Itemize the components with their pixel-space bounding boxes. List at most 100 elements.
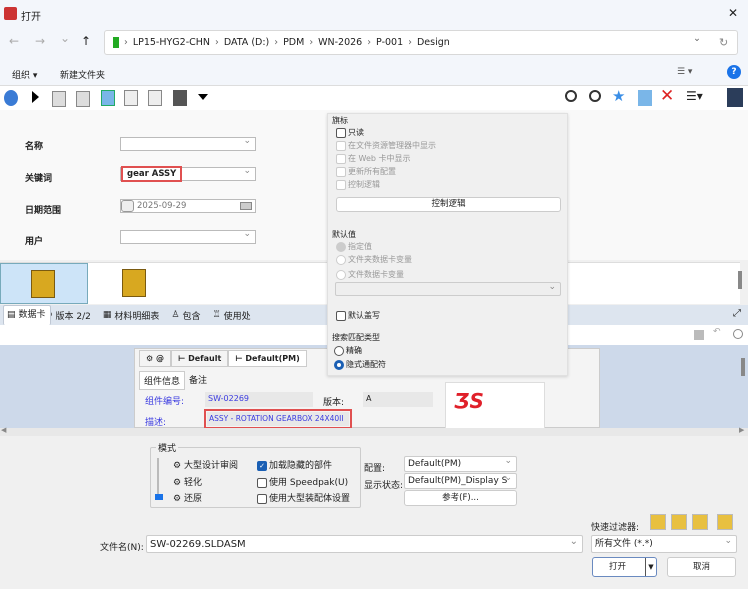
filter-assembly-icon[interactable] [671, 514, 687, 530]
help-icon[interactable]: ? [727, 65, 741, 79]
check-in-icon[interactable] [76, 91, 90, 107]
preview-icon[interactable] [148, 90, 162, 106]
export-icon[interactable] [638, 90, 652, 106]
user-avatar[interactable] [727, 88, 743, 107]
flag-update-configs: 更新所有配置 [336, 166, 396, 177]
tab-bom[interactable]: ▦ 材料明细表 [99, 307, 164, 324]
checkbox[interactable] [257, 493, 267, 504]
checkbox[interactable]: ✓ [257, 460, 267, 471]
speedpak-checkbox[interactable]: 使用 Speedpak(U) [257, 475, 348, 488]
up-button[interactable]: ↑ [81, 34, 91, 48]
match-exact[interactable]: 精确 [334, 345, 362, 356]
cancel-button[interactable]: 取消 [667, 557, 736, 577]
horizontal-scrollbar[interactable]: ◀ ▶ [0, 426, 748, 436]
save-icon[interactable] [694, 330, 704, 340]
organize-menu[interactable]: 组织 ▾ [12, 68, 37, 81]
references-button[interactable]: 参考(F)... [404, 490, 517, 506]
config-tab-at[interactable]: ⚙ @ [139, 350, 171, 367]
checkbox [336, 153, 346, 164]
config-select[interactable]: Default(PM) [404, 454, 517, 472]
breadcrumb-item[interactable]: Design [417, 37, 450, 48]
vertical-scrollbar-thumb[interactable] [738, 271, 742, 289]
radio[interactable] [334, 359, 344, 370]
vertical-scrollbar-thumb[interactable] [741, 358, 745, 376]
back-button[interactable]: ← [9, 34, 19, 48]
forward-button[interactable]: → [35, 34, 45, 48]
checkbox[interactable] [257, 477, 267, 488]
undo-icon[interactable]: ↶ [713, 327, 721, 337]
favorite-star-icon[interactable]: ★ [612, 88, 626, 104]
user-input[interactable] [120, 228, 256, 244]
mode-slider-track[interactable] [157, 458, 159, 496]
keyword-input[interactable]: gear ASSY [120, 165, 256, 182]
filter-top-level-icon[interactable] [717, 514, 733, 530]
history-icon[interactable] [124, 90, 138, 106]
sub-tab-info[interactable]: 组件信息 [139, 371, 186, 390]
refresh-icon[interactable] [4, 90, 18, 106]
description-field[interactable]: ASSY - ROTATION GEARBOX 24X40II [204, 409, 352, 429]
checkbox[interactable] [336, 310, 346, 321]
tab-where-used[interactable]: ♖ 使用处 [209, 307, 255, 324]
mode-resolved[interactable]: ⚙ 还原 [173, 491, 202, 504]
command-bar: 组织 ▾ 新建文件夹 ☰ ▾ ? [0, 60, 748, 86]
breadcrumb-item[interactable]: DATA (D:) [224, 37, 269, 48]
more-dropdown-icon[interactable] [198, 94, 208, 100]
search-icon[interactable] [565, 90, 577, 102]
expand-icon[interactable]: ⤢ [733, 308, 741, 319]
breadcrumb-item[interactable]: WN-2026 [318, 37, 362, 48]
mode-title: 模式 [156, 441, 179, 454]
flag-readonly[interactable]: 只读 [336, 127, 364, 138]
breadcrumb-item[interactable]: LP15-HYG2-CHN [133, 37, 210, 48]
scroll-left-icon[interactable]: ◀ [1, 426, 6, 434]
file-type-select[interactable]: 所有文件 (*.*) [591, 533, 737, 553]
get-latest-icon[interactable] [101, 90, 115, 106]
open-dropdown-icon[interactable]: ▼ [645, 558, 656, 576]
recent-button[interactable]: ⌄ [60, 31, 70, 45]
revision-field[interactable]: A [363, 392, 433, 407]
breadcrumb-item[interactable]: PDM [283, 37, 304, 48]
mode-slider-handle[interactable] [155, 494, 163, 500]
load-hidden-checkbox[interactable]: ✓ 加载隐藏的部件 [257, 458, 332, 471]
mode-large-review[interactable]: ⚙ 大型设计审阅 [173, 458, 238, 471]
delete-icon[interactable]: ✕ [660, 87, 674, 105]
calendar-icon[interactable] [240, 202, 252, 210]
view-menu[interactable]: ☰ ▾ [677, 67, 692, 77]
open-button[interactable]: 打开 ▼ [592, 557, 657, 577]
filter-part-icon[interactable] [650, 514, 666, 530]
file-name-input[interactable]: SW-02269.SLDASM [146, 533, 583, 553]
mode-lightweight[interactable]: ⚙ 轻化 [173, 475, 202, 488]
config-tab-default[interactable]: ⊢ Default [170, 350, 229, 367]
play-icon[interactable] [32, 91, 39, 103]
filter-drawing-icon[interactable] [692, 514, 708, 530]
name-input[interactable] [120, 135, 256, 151]
large-assembly-checkbox[interactable]: 使用大型装配体设置 [257, 491, 350, 504]
tab-datacard[interactable]: ▤ 数据卡 [3, 303, 51, 325]
checkbox [336, 166, 346, 177]
sub-tab-notes[interactable]: 备注 [185, 371, 211, 390]
checkbox[interactable] [336, 127, 346, 138]
breadcrumb-item[interactable]: P-001 [376, 37, 403, 48]
match-wildcard[interactable]: 隐式通配符 [334, 359, 386, 370]
help-icon[interactable] [733, 329, 743, 339]
tab-contains[interactable]: ♙ 包含 [167, 307, 204, 324]
result-item[interactable] [0, 263, 88, 304]
scroll-right-icon[interactable]: ▶ [739, 426, 744, 434]
address-bar[interactable]: › LP15-HYG2-CHN › DATA (D:) › PDM › WN-2026 … [104, 30, 738, 55]
refresh-button[interactable]: ↻ [719, 36, 728, 49]
check-out-icon[interactable] [52, 91, 66, 107]
close-button[interactable]: ✕ [728, 6, 738, 20]
new-folder-button[interactable]: 新建文件夹 [60, 68, 105, 81]
part-no-field[interactable]: SW-02269 [205, 392, 313, 407]
display-state-select[interactable]: Default(PM)_Display S [404, 473, 517, 489]
result-item[interactable] [106, 263, 162, 304]
default-overwrite[interactable]: 默认盖写 [336, 310, 380, 321]
config-tab-default-pm[interactable]: ⊢ Default(PM) [228, 350, 307, 367]
folder-icon[interactable] [173, 90, 187, 106]
radio[interactable] [334, 345, 344, 356]
date-input[interactable]: 2025-09-29 [120, 199, 256, 213]
control-logic-button[interactable]: 控制逻辑 [336, 197, 561, 212]
clear-search-icon[interactable] [589, 90, 601, 102]
search-options-icon[interactable]: ☰▾ [686, 89, 703, 105]
date-checkbox[interactable] [121, 200, 134, 212]
address-dropdown[interactable]: ⌄ [693, 33, 701, 44]
